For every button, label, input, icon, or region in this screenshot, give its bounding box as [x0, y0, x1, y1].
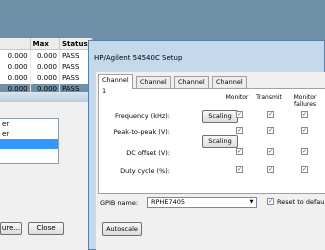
duty-transmit-checkbox[interactable]: [267, 166, 274, 173]
table-row[interactable]: 0.000 0.000 PASS: [0, 49, 92, 61]
column-monitor-failures: Monitor failures: [293, 94, 317, 108]
tab-channel-1[interactable]: Channel 1: [98, 74, 133, 95]
cell-value: 0.000: [0, 72, 31, 83]
list-item[interactable]: er: [0, 119, 58, 129]
cell-max: 0.000: [30, 61, 61, 72]
cell-status: PASS: [59, 61, 92, 72]
cell-max: 0.000: [30, 49, 61, 61]
results-col-value: [0, 38, 31, 50]
results-window: Max Status 0.000 0.000 PASS 0.000 0.000 …: [0, 38, 93, 94]
list-item[interactable]: er: [0, 129, 58, 139]
peak-monitor-checkbox[interactable]: [236, 127, 243, 134]
frequency-failures-checkbox[interactable]: [301, 111, 308, 118]
frequency-transmit-checkbox[interactable]: [267, 111, 274, 118]
duty-monitor-checkbox[interactable]: [236, 166, 243, 173]
tab-channel-2[interactable]: Channel 2: [136, 76, 171, 97]
frequency-monitor-checkbox[interactable]: [236, 111, 243, 118]
list-item-selected[interactable]: [0, 139, 58, 149]
table-row[interactable]: 0.000 0.000 PASS: [0, 61, 92, 72]
results-col-status: Status: [59, 38, 92, 50]
dc-failures-checkbox[interactable]: [301, 148, 308, 155]
configure-button[interactable]: ure...: [0, 222, 22, 235]
dc-transmit-checkbox[interactable]: [267, 148, 274, 155]
dialog-title: HP/Agilent 54540C Setup: [94, 54, 183, 62]
results-col-max: Max: [30, 38, 61, 50]
gpib-name-select[interactable]: RPHE7405 ▼: [147, 197, 257, 208]
gpib-name-value: RPHE7405: [151, 198, 185, 206]
cell-value: 0.000: [0, 49, 31, 61]
frequency-scaling-button[interactable]: Scaling: [202, 110, 238, 123]
close-button[interactable]: Close: [28, 222, 64, 235]
table-row[interactable]: 0.000 0.000 PASS: [0, 72, 92, 83]
peak-failures-checkbox[interactable]: [301, 127, 308, 134]
duty-failures-checkbox[interactable]: [301, 166, 308, 173]
column-transmit: Transmit: [256, 94, 282, 101]
dc-offset-label: DC offset (V):: [126, 149, 170, 157]
frequency-label: Frequency (kHz):: [115, 112, 170, 120]
tab-channel-3[interactable]: Channel 3: [174, 76, 209, 97]
duty-cycle-label: Duty cycle (%):: [120, 167, 170, 175]
dc-monitor-checkbox[interactable]: [236, 148, 243, 155]
cell-value: 0.000: [0, 61, 31, 72]
results-header-row: Max Status: [0, 38, 92, 50]
chevron-down-icon[interactable]: ▼: [248, 199, 255, 206]
peak-to-peak-label: Peak-to-peak (V):: [113, 128, 170, 136]
results-table: Max Status 0.000 0.000 PASS 0.000 0.000 …: [0, 38, 92, 94]
cell-status: PASS: [59, 72, 92, 83]
cell-status: PASS: [59, 49, 92, 61]
reset-default-checkbox[interactable]: [267, 198, 274, 205]
cell-max: 0.000: [30, 72, 61, 83]
background-dialog-titlebar: [0, 92, 90, 102]
reset-default-label: Reset to default: [277, 198, 325, 206]
list-item[interactable]: [0, 149, 58, 159]
dc-offset-scaling-button[interactable]: Scaling: [202, 135, 238, 148]
column-monitor: Monitor: [225, 94, 249, 101]
peak-transmit-checkbox[interactable]: [267, 127, 274, 134]
autoscale-button[interactable]: Autoscale: [102, 222, 142, 236]
gpib-name-label: GPIB name:: [100, 199, 139, 207]
background-list[interactable]: er er: [0, 118, 59, 164]
tab-channel-4[interactable]: Channel 4: [212, 76, 247, 97]
